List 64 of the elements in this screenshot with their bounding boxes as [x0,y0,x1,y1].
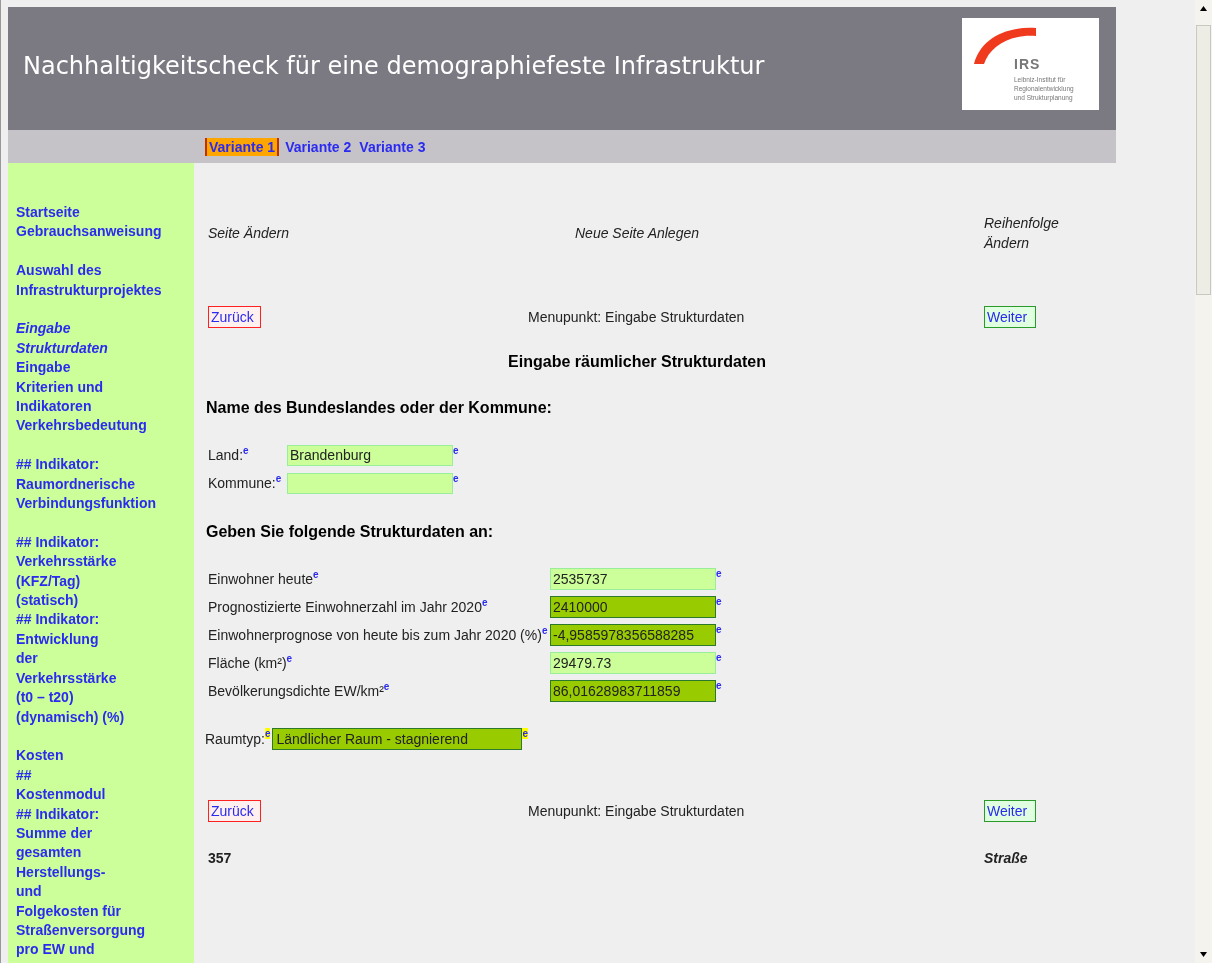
help-mark[interactable]: e [481,596,488,608]
sidebar-link[interactable]: Kosten [16,746,194,766]
sidebar-link[interactable]: Auswahl des Infrastrukturprojektes [16,261,194,300]
help-mark[interactable]: e [716,624,722,635]
help-mark[interactable]: e [541,624,548,636]
sidebar-link[interactable]: ## Indikator: Summe der gesamten Herstellungs- und Folgekosten für Straßenversorgung pro EW und [16,804,194,960]
help-mark[interactable]: e [716,652,722,663]
page-action-link[interactable]: Neue Seite Anlegen [575,223,984,243]
page-action-link[interactable]: Seite Ändern [208,223,575,243]
help-mark[interactable]: e [286,652,293,664]
menu-item-label: Menupunkt: Eingabe Strukturdaten [528,307,746,327]
text-field[interactable] [287,473,453,494]
field-label: Raumtyp: [205,729,265,749]
page-action-link[interactable]: Reihenfolge Ändern [984,213,1074,253]
computed-field[interactable]: 86,01628983711859 [550,680,716,702]
field-label: Einwohner heute [208,569,314,589]
variant-tab[interactable]: Variante 1 [205,137,280,156]
field-label: Land: [208,446,244,465]
variant-tab[interactable]: Variante 2 [283,137,354,156]
sidebar-link[interactable]: ## Indikator: Raumordnerische Verbindungsfunktion [16,455,194,514]
field-label: Prognostizierte Einwohnerzahl im Jahr 2020 [208,597,482,617]
section-heading: Geben Sie folgende Strukturdaten an: [206,522,495,542]
next-button[interactable]: Weiter [984,306,1037,328]
text-field[interactable]: 29479.73 [550,652,716,674]
sidebar-link[interactable]: Gebrauchsanweisung [16,222,194,242]
field-label: Fläche (km²) [208,653,287,673]
sidebar-link[interactable]: Eingabe Kriterien und Indikatoren [16,358,194,417]
field-label: Bevölkerungsdichte EW/km² [208,681,384,701]
back-button[interactable]: Zurück [208,800,261,822]
sidebar-link[interactable]: Startseite [16,203,194,223]
help-mark[interactable]: e [716,680,722,691]
next-button[interactable]: Weiter [984,800,1037,822]
sidebar-link[interactable]: ## Indikator: Verkehrsstärke (KFZ/Tag) (statisch) [16,532,194,611]
page-heading: Eingabe räumlicher Strukturdaten [507,352,767,372]
area-type-select[interactable]: Ländlicher Raum - stagnierend [272,728,523,750]
sidebar-link[interactable]: ## Indikator: Entwicklung der Verkehrsstärke (t0 – t20) (dynamisch) (%) [16,610,194,727]
help-mark[interactable]: e [522,728,529,739]
help-mark[interactable]: e [264,728,271,739]
category-label: Straße [984,849,1029,868]
variant-tab[interactable]: Variante 3 [357,137,428,156]
help-mark[interactable]: e [243,445,249,456]
page-number: 357 [208,849,233,868]
menu-item-label: Menupunkt: Eingabe Strukturdaten [528,801,746,821]
field-label: Kommune: [208,474,276,493]
sidebar-link[interactable]: Eingabe Strukturdaten [16,319,194,359]
computed-field[interactable]: -4,9585978356588285 [550,624,716,646]
computed-field[interactable]: 2410000 [550,596,716,618]
help-mark[interactable]: e [275,473,282,484]
help-mark[interactable]: e [383,680,390,692]
text-field[interactable]: Brandenburg [287,445,453,466]
help-mark[interactable]: e [453,445,459,456]
help-mark[interactable]: e [453,473,459,484]
logo-name: IRS [1014,54,1042,74]
help-mark[interactable]: e [313,568,319,580]
section-heading: Name des Bundeslandes oder der Kommune: [206,398,553,418]
sidebar-link[interactable]: Verkehrsbedeutung [16,416,194,436]
text-field[interactable]: 2535737 [550,568,716,590]
help-mark[interactable]: e [716,596,722,607]
site-title: Nachhaltigkeitscheck für eine demographiefeste Infrastruktur [23,50,765,82]
sidebar-link[interactable]: ## Kostenmodul [16,765,194,805]
scroll-thumb[interactable] [1196,25,1211,295]
help-mark[interactable]: e [716,568,722,579]
back-button[interactable]: Zurück [208,306,261,328]
field-label: Einwohnerprognose von heute bis zum Jahr 2020 (%) [208,625,542,645]
